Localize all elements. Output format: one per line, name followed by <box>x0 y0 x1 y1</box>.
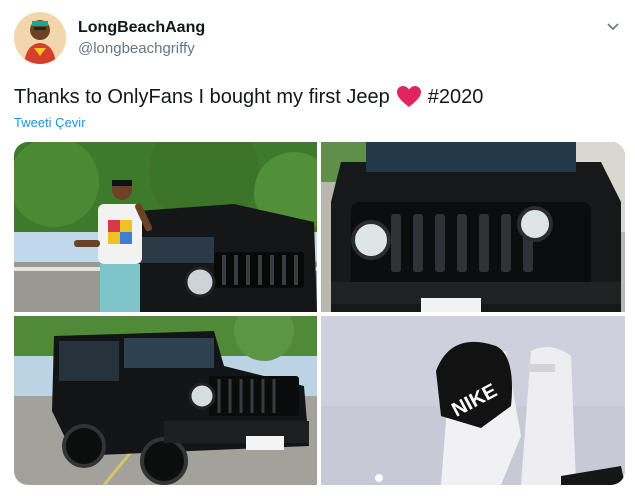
media-grid: NIKE <box>14 142 625 485</box>
photo-jeep-front-grille[interactable] <box>321 142 625 312</box>
tweet-card: LongBeachAang @longbeachgriffy Thanks to… <box>0 0 635 496</box>
heart-icon <box>396 85 422 109</box>
photo-jeep-side-view[interactable] <box>14 316 317 485</box>
user-handle[interactable]: @longbeachgriffy <box>78 39 205 59</box>
chevron-down-icon[interactable] <box>605 18 621 34</box>
hashtag-link[interactable]: #2020 <box>428 84 484 110</box>
author-names: LongBeachAang @longbeachgriffy <box>78 18 205 59</box>
translate-link[interactable]: Tweeti Çevir <box>14 115 86 130</box>
avatar[interactable] <box>14 12 66 64</box>
tweet-text: Thanks to OnlyFans I bought my first Jee… <box>14 84 614 110</box>
photo-feet-in-slides[interactable]: NIKE <box>321 316 625 485</box>
tweet-body-text: Thanks to OnlyFans I bought my first Jee… <box>14 86 390 108</box>
display-name[interactable]: LongBeachAang <box>78 18 205 38</box>
photo-man-with-jeep[interactable] <box>14 142 317 312</box>
